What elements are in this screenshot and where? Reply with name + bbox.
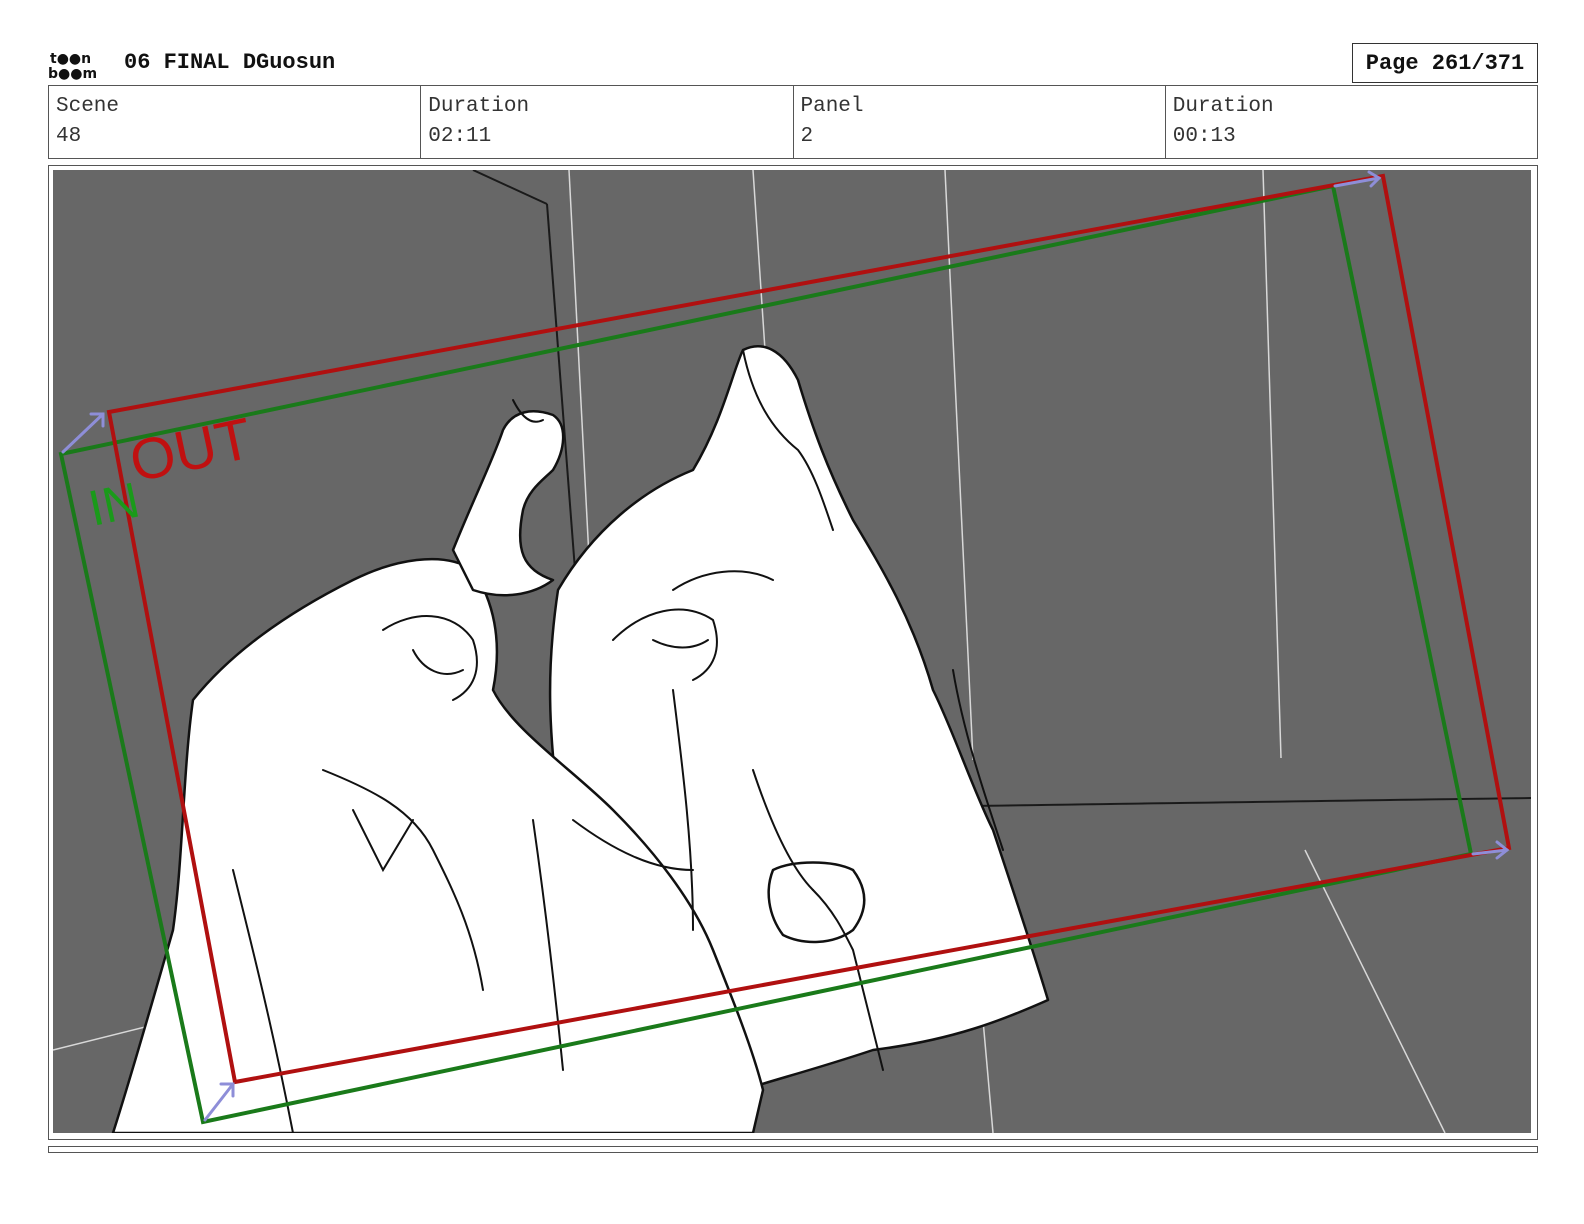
scene-duration-label: Duration bbox=[428, 95, 530, 118]
panel-duration-label: Duration bbox=[1172, 95, 1274, 118]
svg-text:b●●m: b●●m bbox=[48, 66, 97, 80]
scene-duration-cell: Duration 02:11 bbox=[421, 86, 794, 158]
panel-label: Panel bbox=[800, 95, 864, 118]
panel-sketch: IN OUT bbox=[53, 170, 1531, 1133]
page-indicator: Page 261/371 bbox=[1352, 43, 1538, 83]
panel-cell: Panel 2 bbox=[794, 86, 1166, 158]
scene-duration-value: 02:11 bbox=[428, 125, 492, 148]
fist bbox=[767, 861, 866, 944]
document-title: 06 FINAL DGuosun bbox=[124, 50, 336, 75]
panel-info-table: Scene 48 Duration 02:11 Panel 2 Duration… bbox=[48, 85, 1538, 159]
panel-duration-cell: Duration 00:13 bbox=[1166, 86, 1537, 158]
scene-value: 48 bbox=[56, 125, 82, 148]
toon-boom-logo: t●●n b●●m bbox=[48, 51, 97, 80]
svg-text:t●●n: t●●n bbox=[50, 51, 91, 67]
panel-duration-value: 00:13 bbox=[1172, 125, 1236, 148]
scene-label: Scene bbox=[56, 95, 120, 118]
panel-value: 2 bbox=[800, 125, 814, 148]
scene-cell: Scene 48 bbox=[49, 86, 422, 158]
panel-bottom-strip bbox=[48, 1146, 1538, 1153]
storyboard-panel: IN OUT bbox=[48, 165, 1538, 1140]
